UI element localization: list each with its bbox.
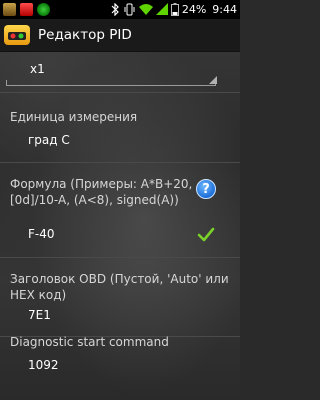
bluetooth-icon xyxy=(111,3,119,16)
multiplier-select[interactable]: x1 xyxy=(6,56,232,86)
obd-header-field[interactable]: 7E1 xyxy=(10,305,230,329)
formula-value: F-40 xyxy=(28,227,55,241)
wifi-icon xyxy=(138,4,153,15)
multiplier-value: x1 xyxy=(30,62,45,76)
signal-icon xyxy=(155,3,168,15)
shield-icon xyxy=(20,3,33,16)
divider xyxy=(0,92,240,93)
app-notification-icon xyxy=(3,3,16,16)
unit-field[interactable]: град С xyxy=(10,130,230,154)
obd-header-label: Заголовок OBD (Пустой, 'Auto' или HEX ко… xyxy=(10,272,229,302)
unit-label: Единица измерения xyxy=(10,110,138,124)
clock: 9:44 xyxy=(212,3,237,16)
vibrate-icon xyxy=(124,3,135,16)
formula-field[interactable]: F-40 xyxy=(10,224,194,248)
obd-header-value: 7E1 xyxy=(28,308,51,322)
dropdown-triangle-icon xyxy=(209,76,217,84)
battery-icon xyxy=(170,3,179,16)
divider xyxy=(0,257,240,258)
battery-percent: 24% xyxy=(181,3,207,16)
diagnostic-field[interactable]: 1092 xyxy=(10,355,230,379)
help-icon[interactable]: ? xyxy=(196,179,216,199)
app-bar: Редактор PID xyxy=(0,19,240,52)
formula-label: Формула (Примеры: A*B+20, [0d]/10-A, (A<… xyxy=(10,177,193,207)
multiplier-underline xyxy=(6,80,216,86)
status-bar: 24% 9:44 xyxy=(0,0,240,19)
car-dashboard-icon[interactable] xyxy=(4,25,30,45)
page-title: Редактор PID xyxy=(38,27,132,43)
diagnostic-label: Diagnostic start command xyxy=(10,335,169,349)
pid-editor-form: x1 Единица измерения град С Формула (При… xyxy=(0,52,240,400)
divider xyxy=(0,162,240,163)
diagnostic-value: 1092 xyxy=(28,358,59,372)
unit-value: град С xyxy=(28,133,70,147)
checkmark-icon xyxy=(197,227,215,242)
ladybug-icon xyxy=(37,3,50,16)
